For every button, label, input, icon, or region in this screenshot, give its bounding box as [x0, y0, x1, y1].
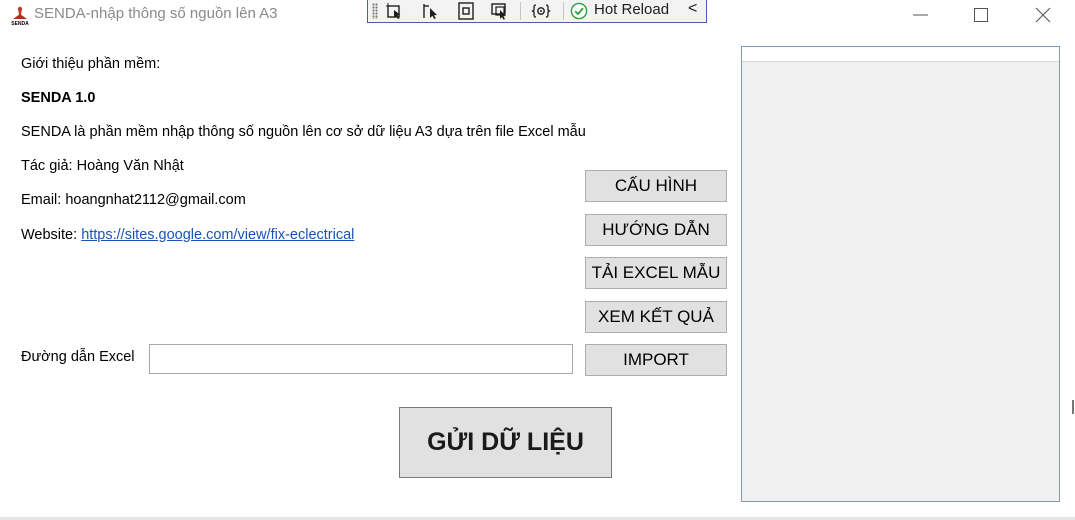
- senda-app-icon: SENDA: [11, 6, 29, 26]
- intro-label: Giới thiệu phần mềm:: [21, 56, 161, 72]
- maximize-icon: [974, 8, 988, 22]
- result-list-header: [742, 47, 1059, 62]
- excel-path-input[interactable]: [149, 344, 573, 374]
- excel-path-label: Đường dẫn Excel: [21, 349, 135, 365]
- author-text: Tác giả: Hoàng Văn Nhật: [21, 158, 184, 174]
- guide-button[interactable]: HƯỚNG DẪN: [585, 214, 727, 246]
- window-edge-mark: [1072, 400, 1074, 414]
- svg-text:SENDA: SENDA: [11, 21, 29, 26]
- binding-failures-icon[interactable]: [490, 2, 510, 20]
- display-layout-adorners-icon[interactable]: [421, 2, 441, 20]
- collapse-chevron-icon[interactable]: <: [688, 0, 697, 18]
- window-title: SENDA-nhập thông số nguồn lên A3: [34, 5, 278, 22]
- website-row: Website: https://sites.google.com/view/f…: [21, 227, 354, 243]
- website-link[interactable]: https://sites.google.com/view/fix-eclect…: [81, 227, 354, 243]
- result-list-panel[interactable]: [741, 46, 1060, 502]
- product-name: SENDA 1.0: [21, 90, 96, 106]
- toolbar-grip-handle[interactable]: [372, 3, 378, 19]
- website-label: Website:: [21, 227, 78, 243]
- download-template-button[interactable]: TẢI EXCEL MẪU: [585, 257, 727, 289]
- email-text: Email: hoangnhat2112@gmail.com: [21, 192, 246, 208]
- view-results-button[interactable]: XEM KẾT QUẢ: [585, 301, 727, 333]
- select-element-icon[interactable]: [385, 2, 405, 20]
- config-button[interactable]: CẤU HÌNH: [585, 170, 727, 202]
- description-text: SENDA là phần mềm nhập thông số nguồn lê…: [21, 124, 586, 140]
- hot-reload-check-icon: [570, 2, 588, 20]
- minimize-button[interactable]: [891, 0, 951, 30]
- track-focused-element-icon[interactable]: [456, 2, 476, 20]
- refresh-bindings-icon[interactable]: [531, 2, 551, 20]
- import-button[interactable]: IMPORT: [585, 344, 727, 376]
- close-icon: [1035, 7, 1051, 23]
- maximize-button[interactable]: [951, 0, 1011, 30]
- debug-toolbar: Hot Reload <: [367, 0, 707, 23]
- send-data-button[interactable]: GỬI DỮ LIỆU: [399, 407, 612, 478]
- minimize-icon: [913, 14, 928, 16]
- close-button[interactable]: [1013, 0, 1073, 30]
- title-bar[interactable]: SENDA SENDA-nhập thông số nguồn lên A3 H…: [0, 0, 1075, 30]
- hot-reload-label[interactable]: Hot Reload: [594, 1, 669, 18]
